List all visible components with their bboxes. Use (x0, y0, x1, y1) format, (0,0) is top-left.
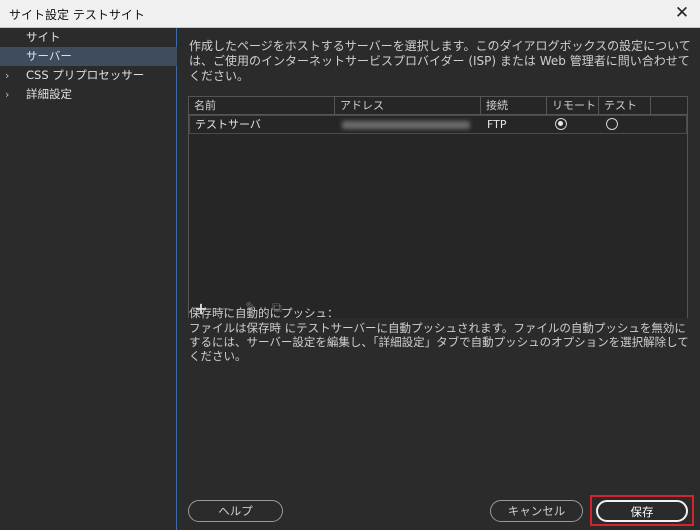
sidebar-item-label: 詳細設定 (26, 87, 72, 101)
sidebar-item-server[interactable]: サーバー (0, 47, 177, 66)
table-header: 名前 アドレス 接続 リモート テスト (189, 97, 687, 115)
remote-radio[interactable] (555, 118, 567, 130)
server-name: テストサーバ (195, 118, 261, 131)
server-connection: FTP (487, 118, 507, 131)
sidebar-item-label: サーバー (26, 49, 72, 63)
chevron-right-icon[interactable]: › (5, 85, 9, 104)
column-name[interactable]: 名前 (189, 97, 335, 115)
server-table: 名前 アドレス 接続 リモート テスト テストサーバ FTP + − ✎ ⧉ (188, 96, 688, 318)
sidebar-item-label: サイト (26, 30, 61, 44)
auto-push-text: ファイルは保存時 にテストサーバーに自動プッシュされます。ファイルの自動プッシュ… (189, 321, 689, 363)
sidebar-item-site[interactable]: サイト (0, 28, 177, 47)
main-panel: 作成したページをホストするサーバーを選択します。このダイアログボックスの設定につ… (178, 28, 700, 530)
cancel-button[interactable]: キャンセル (490, 500, 583, 522)
close-icon[interactable]: ✕ (672, 3, 692, 23)
auto-push-heading: 保存時に自動的にプッシュ： (189, 306, 339, 320)
chevron-right-icon[interactable]: › (5, 66, 9, 85)
sidebar-item-advanced[interactable]: › 詳細設定 (0, 85, 177, 104)
column-connection[interactable]: 接続 (481, 97, 547, 115)
title-bar: サイト設定 テストサイト ✕ (0, 0, 700, 28)
column-test[interactable]: テスト (599, 97, 651, 115)
save-button[interactable]: 保存 (596, 500, 688, 522)
help-button[interactable]: ヘルプ (188, 500, 283, 522)
window-title: サイト設定 テストサイト (9, 8, 145, 22)
column-remote[interactable]: リモート (547, 97, 599, 115)
address-redacted (342, 121, 470, 129)
sidebar-item-css-preprocessor[interactable]: › CSS プリプロセッサー (0, 66, 177, 85)
description-text: 作成したページをホストするサーバーを選択します。このダイアログボックスの設定につ… (189, 39, 691, 83)
sidebar: サイト サーバー › CSS プリプロセッサー › 詳細設定 (0, 28, 177, 530)
table-row[interactable]: テストサーバ FTP (189, 115, 687, 134)
column-address[interactable]: アドレス (335, 97, 481, 115)
test-radio[interactable] (606, 118, 618, 130)
sidebar-item-label: CSS プリプロセッサー (26, 68, 145, 82)
